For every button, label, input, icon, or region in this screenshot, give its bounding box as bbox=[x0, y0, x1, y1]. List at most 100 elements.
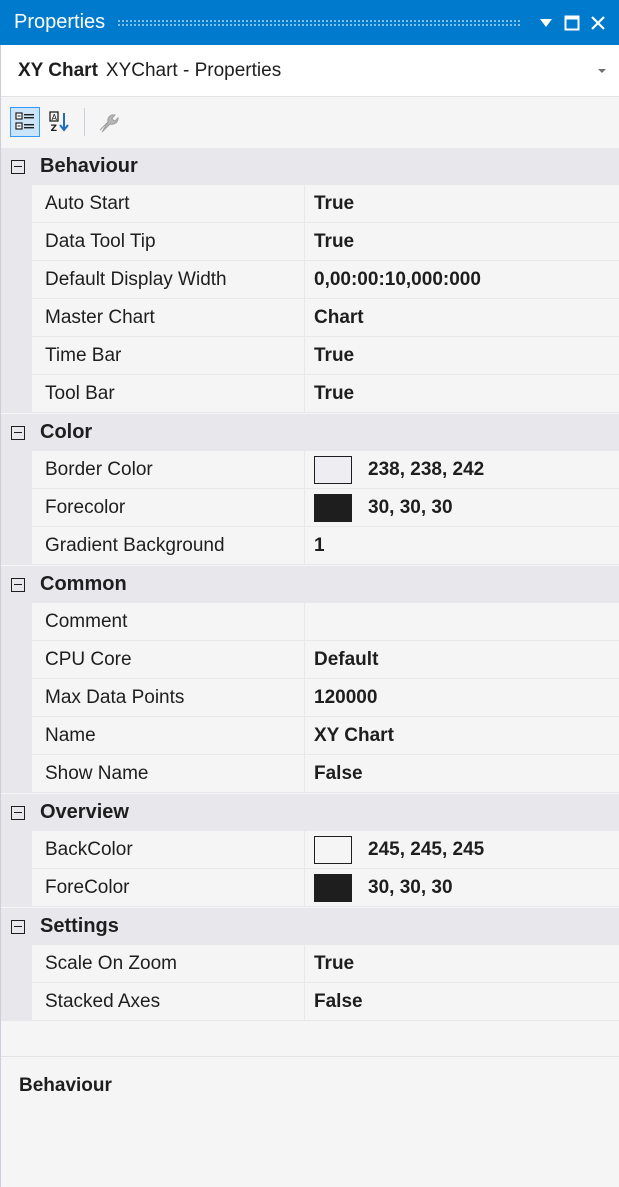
title-bar[interactable]: Properties bbox=[0, 0, 619, 45]
property-value-text: 1 bbox=[314, 534, 325, 556]
property-name[interactable]: Stacked Axes bbox=[32, 983, 305, 1021]
categorized-button[interactable] bbox=[10, 107, 40, 137]
category-settings[interactable]: Settings bbox=[0, 907, 619, 945]
property-value[interactable]: Default bbox=[305, 641, 619, 679]
property-row[interactable]: Stacked Axes False bbox=[0, 983, 619, 1021]
maximize-button[interactable] bbox=[559, 10, 585, 36]
object-selector[interactable]: XY Chart XYChart - Properties bbox=[0, 45, 619, 97]
property-value-text: XY Chart bbox=[314, 724, 394, 746]
property-name[interactable]: Max Data Points bbox=[32, 679, 305, 717]
property-value-text: True bbox=[314, 382, 355, 404]
property-value[interactable]: 0,00:00:10,000:000 bbox=[305, 261, 619, 299]
chevron-down-icon[interactable] bbox=[595, 64, 609, 78]
property-name[interactable]: BackColor bbox=[32, 831, 305, 869]
selected-object-name: XY Chart bbox=[18, 59, 98, 81]
property-grid: Behaviour Auto Start True Data Tool Tip True… bbox=[0, 147, 619, 1021]
property-name[interactable]: Scale On Zoom bbox=[32, 945, 305, 983]
property-value[interactable] bbox=[305, 603, 619, 641]
property-value[interactable]: 1 bbox=[305, 527, 619, 565]
property-value[interactable]: 30, 30, 30 bbox=[305, 869, 619, 907]
close-button[interactable] bbox=[585, 10, 611, 36]
property-pages-button[interactable] bbox=[93, 107, 123, 137]
property-value-text: 245, 245, 245 bbox=[368, 838, 485, 860]
property-row[interactable]: Max Data Points 120000 bbox=[0, 679, 619, 717]
property-row[interactable]: Time Bar True bbox=[0, 337, 619, 375]
property-row[interactable]: Scale On Zoom True bbox=[0, 945, 619, 983]
property-name[interactable]: Border Color bbox=[32, 451, 305, 489]
category-color[interactable]: Color bbox=[0, 413, 619, 451]
property-row[interactable]: Forecolor 30, 30, 30 bbox=[0, 489, 619, 527]
property-name[interactable]: Comment bbox=[32, 603, 305, 641]
category-overview[interactable]: Overview bbox=[0, 793, 619, 831]
property-value[interactable]: XY Chart bbox=[305, 717, 619, 755]
category-common[interactable]: Common bbox=[0, 565, 619, 603]
window-position-button[interactable] bbox=[533, 10, 559, 36]
color-swatch bbox=[314, 455, 352, 484]
property-value[interactable]: 238, 238, 242 bbox=[305, 451, 619, 489]
property-row[interactable]: Name XY Chart bbox=[0, 717, 619, 755]
collapse-icon[interactable] bbox=[11, 159, 25, 174]
property-row[interactable]: Gradient Background 1 bbox=[0, 527, 619, 565]
property-row[interactable]: Border Color 238, 238, 242 bbox=[0, 451, 619, 489]
row-gutter bbox=[0, 489, 32, 527]
category-label: Overview bbox=[40, 801, 129, 823]
property-name[interactable]: Auto Start bbox=[32, 185, 305, 223]
property-name[interactable]: CPU Core bbox=[32, 641, 305, 679]
property-row[interactable]: Auto Start True bbox=[0, 185, 619, 223]
property-row[interactable]: BackColor 245, 245, 245 bbox=[0, 831, 619, 869]
property-row[interactable]: Default Display Width 0,00:00:10,000:000 bbox=[0, 261, 619, 299]
property-value[interactable]: 245, 245, 245 bbox=[305, 831, 619, 869]
property-name[interactable]: ForeColor bbox=[32, 869, 305, 907]
property-name[interactable]: Time Bar bbox=[32, 337, 305, 375]
collapse-icon[interactable] bbox=[11, 425, 25, 440]
collapse-icon[interactable] bbox=[11, 919, 25, 934]
property-value[interactable]: True bbox=[305, 223, 619, 261]
properties-panel: Properties XY Chart XYChart - Properties bbox=[0, 0, 619, 1187]
property-row[interactable]: CPU Core Default bbox=[0, 641, 619, 679]
property-value[interactable]: True bbox=[305, 337, 619, 375]
property-row[interactable]: Master Chart Chart bbox=[0, 299, 619, 337]
property-value[interactable]: True bbox=[305, 945, 619, 983]
row-gutter bbox=[0, 983, 32, 1021]
row-gutter bbox=[0, 869, 32, 907]
property-name[interactable]: Default Display Width bbox=[32, 261, 305, 299]
row-gutter bbox=[0, 223, 32, 261]
row-gutter bbox=[0, 451, 32, 489]
svg-text:A: A bbox=[52, 113, 58, 122]
property-row[interactable]: Comment bbox=[0, 603, 619, 641]
property-name[interactable]: Forecolor bbox=[32, 489, 305, 527]
category-behaviour[interactable]: Behaviour bbox=[0, 147, 619, 185]
property-name[interactable]: Data Tool Tip bbox=[32, 223, 305, 261]
property-value[interactable]: False bbox=[305, 983, 619, 1021]
row-gutter bbox=[0, 945, 32, 983]
property-name[interactable]: Show Name bbox=[32, 755, 305, 793]
property-value-text: Chart bbox=[314, 306, 364, 328]
property-name[interactable]: Gradient Background bbox=[32, 527, 305, 565]
row-gutter bbox=[0, 337, 32, 375]
category-label: Common bbox=[40, 573, 127, 595]
property-row[interactable]: Data Tool Tip True bbox=[0, 223, 619, 261]
property-value[interactable]: True bbox=[305, 185, 619, 223]
property-row[interactable]: ForeColor 30, 30, 30 bbox=[0, 869, 619, 907]
alphabetical-button[interactable]: A Z bbox=[44, 107, 74, 137]
property-value[interactable]: True bbox=[305, 375, 619, 413]
panel-title: Properties bbox=[14, 11, 106, 33]
row-gutter bbox=[0, 717, 32, 755]
property-value-text: True bbox=[314, 230, 355, 252]
categorized-icon bbox=[15, 112, 34, 130]
collapse-icon[interactable] bbox=[11, 805, 25, 820]
property-value[interactable]: False bbox=[305, 755, 619, 793]
property-row[interactable]: Tool Bar True bbox=[0, 375, 619, 413]
color-swatch bbox=[314, 873, 352, 902]
toolbar-separator bbox=[84, 108, 85, 136]
property-value[interactable]: Chart bbox=[305, 299, 619, 337]
drag-grip[interactable] bbox=[117, 19, 521, 26]
property-name[interactable]: Name bbox=[32, 717, 305, 755]
property-value[interactable]: 120000 bbox=[305, 679, 619, 717]
property-name[interactable]: Master Chart bbox=[32, 299, 305, 337]
property-name[interactable]: Tool Bar bbox=[32, 375, 305, 413]
property-value[interactable]: 30, 30, 30 bbox=[305, 489, 619, 527]
collapse-icon[interactable] bbox=[11, 577, 25, 592]
property-row[interactable]: Show Name False bbox=[0, 755, 619, 793]
square-icon bbox=[564, 15, 580, 30]
